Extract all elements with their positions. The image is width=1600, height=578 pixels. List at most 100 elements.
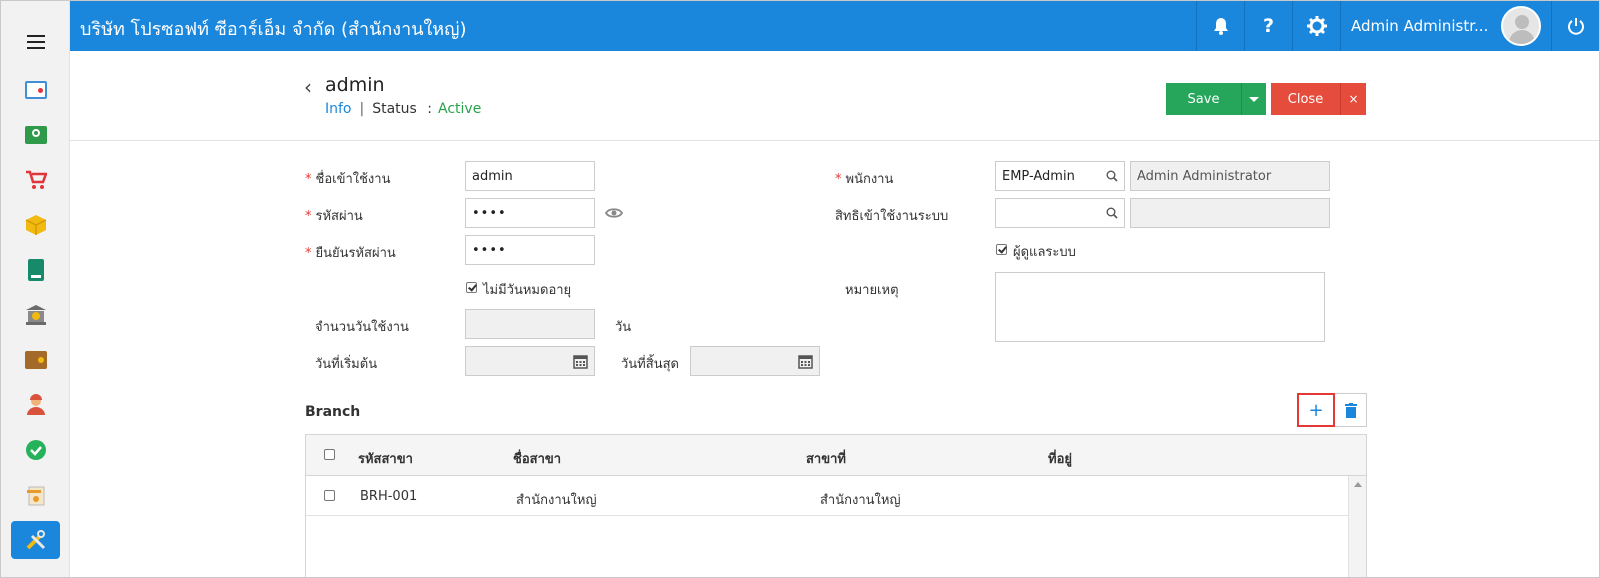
column-header[interactable]: ชื่อสาขา: [513, 448, 561, 469]
table-header: รหัสสาขา ชื่อสาขา สาขาที่ ที่อยู่: [306, 435, 1366, 476]
column-header[interactable]: รหัสสาขา: [358, 448, 413, 469]
no-expire-checkbox[interactable]: [466, 282, 477, 293]
sidebar-item-report[interactable]: [11, 476, 60, 514]
vertical-scrollbar[interactable]: [1348, 476, 1366, 577]
book-icon: [27, 259, 44, 281]
username-input[interactable]: admin: [465, 161, 595, 191]
caret-down-icon: [1249, 96, 1259, 102]
sidebar-item-settings[interactable]: [11, 521, 60, 559]
search-icon[interactable]: [1106, 207, 1118, 219]
people-icon: [26, 394, 45, 415]
table-row[interactable]: BRH-001 สำนักงานใหญ่ สำนักงานใหญ่: [306, 476, 1348, 516]
select-all-checkbox[interactable]: [324, 449, 335, 460]
sidebar-item-finance[interactable]: [11, 116, 60, 154]
close-x-button[interactable]: ×: [1340, 83, 1366, 115]
separator: |: [359, 101, 365, 117]
sidebar-item-wallet[interactable]: [11, 341, 60, 379]
settings-button[interactable]: [1292, 1, 1340, 51]
start-date-label: วันที่เริ่มต้น: [315, 357, 378, 372]
days-input[interactable]: [465, 309, 595, 339]
branch-code-cell: BRH-001: [360, 489, 418, 504]
days-unit: วัน: [615, 320, 632, 335]
status-badge: Active: [438, 101, 482, 117]
cart-icon: [25, 170, 47, 189]
password-input[interactable]: ••••: [465, 198, 595, 228]
sidebar-item-dashboard[interactable]: [11, 71, 60, 109]
eye-icon[interactable]: [605, 206, 623, 220]
sidebar-item-bank[interactable]: [11, 296, 60, 334]
password-label: * รหัสผ่าน: [305, 209, 363, 224]
row-checkbox[interactable]: [324, 490, 335, 501]
employee-code-value: EMP-Admin: [1002, 168, 1075, 184]
permission-name-input: [1130, 198, 1330, 228]
sidebar-item-hr[interactable]: [11, 386, 60, 424]
note-textarea[interactable]: [995, 272, 1325, 342]
status-colon: :: [427, 101, 433, 117]
sidebar-item-inventory[interactable]: [11, 206, 60, 244]
power-icon: [1567, 18, 1584, 35]
save-dropdown-button[interactable]: [1241, 83, 1266, 115]
check-icon: [25, 440, 46, 460]
menu-icon[interactable]: [27, 35, 45, 49]
add-branch-button[interactable]: +: [1297, 393, 1335, 427]
start-date-input[interactable]: [465, 346, 595, 376]
money-icon: [24, 126, 47, 144]
user-menu[interactable]: Admin Administr...: [1340, 1, 1551, 51]
confirm-password-label: * ยืนยันรหัสผ่าน: [305, 246, 396, 261]
sidebar-item-accounting[interactable]: [11, 251, 60, 289]
gear-icon: [1306, 16, 1327, 36]
app-window: บริษัท โปรซอฟท์ ซีอาร์เอ็ม จำกัด (สำนักง…: [0, 0, 1600, 578]
calendar-icon[interactable]: [798, 354, 813, 369]
sidebar: [1, 1, 70, 577]
tools-icon: [26, 530, 45, 550]
dashboard-icon: [24, 81, 47, 99]
notification-button[interactable]: [1196, 1, 1244, 51]
column-header[interactable]: สาขาที่: [806, 448, 846, 469]
status-line: Info | Status : Active: [325, 101, 481, 117]
help-icon: ?: [1262, 15, 1275, 37]
end-date-input[interactable]: [690, 346, 820, 376]
save-button[interactable]: Save: [1166, 83, 1241, 115]
branch-name-cell: สำนักงานใหญ่: [516, 493, 597, 508]
username-label: * ชื่อเข้าใช้งาน: [305, 172, 391, 187]
info-link[interactable]: Info: [325, 101, 352, 117]
company-name: บริษัท โปรซอฟท์ ซีอาร์เอ็ม จำกัด (สำนักง…: [80, 19, 467, 40]
wallet-icon: [24, 351, 47, 369]
permission-label: สิทธิเข้าใช้งานระบบ: [835, 209, 949, 224]
column-header[interactable]: ที่อยู่: [1048, 448, 1072, 469]
help-button[interactable]: ?: [1244, 1, 1292, 51]
admin-label: ผู้ดูแลระบบ: [1013, 245, 1076, 260]
search-icon[interactable]: [1106, 170, 1118, 182]
avatar: [1501, 6, 1541, 46]
logout-button[interactable]: [1551, 1, 1599, 51]
no-expire-label: ไม่มีวันหมดอายุ: [483, 283, 572, 298]
back-chevron-icon[interactable]: ‹: [304, 75, 312, 99]
sidebar-item-approve[interactable]: [11, 431, 60, 469]
top-bar: บริษัท โปรซอฟท์ ซีอาร์เอ็ม จำกัด (สำนักง…: [70, 1, 1599, 51]
employee-name-input: Admin Administrator: [1130, 161, 1330, 191]
end-date-label: วันที่สิ้นสุด: [621, 357, 679, 372]
header-divider: [70, 140, 1599, 141]
calendar-icon[interactable]: [573, 354, 588, 369]
employee-code-input[interactable]: EMP-Admin: [995, 161, 1125, 191]
trash-icon: [1344, 402, 1357, 418]
branch-table: รหัสสาขา ชื่อสาขา สาขาที่ ที่อยู่ BRH-00…: [305, 434, 1367, 577]
bell-icon: [1213, 18, 1228, 35]
branch-no-cell: สำนักงานใหญ่: [820, 493, 901, 508]
note-label: หมายเหตุ: [845, 283, 899, 298]
admin-checkbox[interactable]: [996, 244, 1007, 255]
permission-input[interactable]: [995, 198, 1125, 228]
scroll-up-icon[interactable]: [1354, 482, 1362, 487]
close-button[interactable]: Close: [1271, 83, 1340, 115]
bank-icon: [25, 305, 46, 325]
status-label: Status: [372, 101, 417, 117]
branch-title: Branch: [305, 404, 361, 420]
page-title: admin: [325, 74, 385, 96]
user-name: Admin Administr...: [1351, 17, 1489, 35]
confirm-password-input[interactable]: ••••: [465, 235, 595, 265]
sidebar-item-sales[interactable]: [11, 161, 60, 199]
days-label: จำนวนวันใช้งาน: [315, 320, 409, 335]
employee-label: * พนักงาน: [835, 172, 894, 187]
box-icon: [25, 215, 46, 235]
delete-branch-button[interactable]: [1335, 393, 1367, 427]
